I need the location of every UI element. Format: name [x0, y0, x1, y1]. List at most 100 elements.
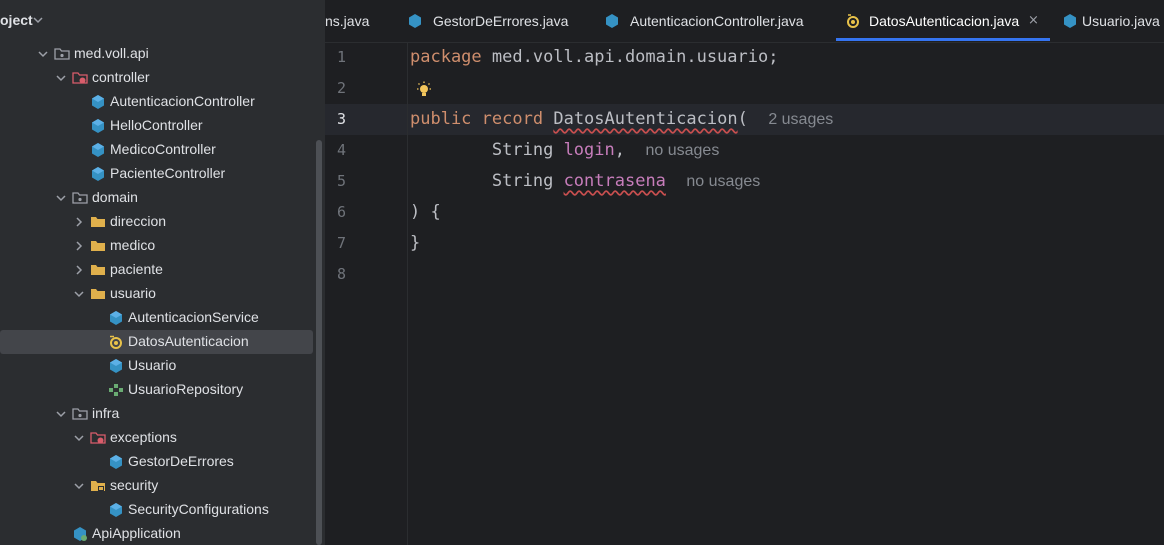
close-icon[interactable]: × — [1028, 13, 1039, 28]
package-folder-icon — [72, 408, 88, 420]
tree-item-exceptions[interactable]: exceptions — [0, 426, 325, 450]
tree-item-label: Usuario — [128, 357, 177, 373]
project-panel: oject med.voll.api controller Autenticacio… — [0, 0, 325, 545]
open-paren: ( — [737, 109, 748, 129]
code-line-4: String login, no usages — [410, 135, 719, 166]
tree-item-label: ApiApplication — [92, 525, 181, 541]
tree-item-direccion[interactable]: direccion — [0, 210, 325, 234]
tab-ns-java[interactable]: ns.java — [325, 0, 395, 42]
tree-item-medico[interactable]: medico — [0, 234, 325, 258]
tree-item-label: UsuarioRepository — [128, 381, 244, 397]
chevron-right-icon[interactable] — [74, 265, 84, 275]
folder-icon — [91, 289, 105, 299]
class-icon — [92, 143, 104, 157]
tab-usuario[interactable]: Usuario.java — [1062, 0, 1162, 42]
class-icon — [110, 503, 122, 517]
tree-item-label: SecurityConfigurations — [128, 501, 269, 517]
usages-hint[interactable]: no usages — [645, 142, 719, 159]
tree-item-label: AutenticacionService — [128, 309, 259, 325]
keyword-record: record — [481, 109, 544, 129]
tree-item-medicocontroller[interactable]: MedicoController — [0, 138, 325, 162]
chevron-down-icon[interactable] — [33, 15, 43, 25]
tree-item-domain[interactable]: domain — [0, 186, 325, 210]
tree-item-gestordeerrores[interactable]: GestorDeErrores — [0, 450, 325, 474]
record-icon — [847, 14, 859, 28]
chevron-down-icon[interactable] — [74, 433, 84, 443]
tree-item-infra[interactable]: infra — [0, 402, 325, 426]
editor-tab-bar: ns.java GestorDeErrores.java Autenticaci… — [325, 0, 1164, 43]
tab-gestor-de-errores[interactable]: GestorDeErrores.java — [407, 0, 577, 42]
tree-item-usuario[interactable]: usuario — [0, 282, 325, 306]
chevron-right-icon[interactable] — [74, 217, 84, 227]
project-panel-title[interactable]: oject — [0, 12, 33, 28]
tree-item-usuario[interactable]: Usuario — [0, 354, 325, 378]
class-icon — [92, 119, 104, 133]
tree-item-paciente[interactable]: paciente — [0, 258, 325, 282]
tree-item-label: med.voll.api — [74, 45, 149, 61]
package-name: med.voll.api.domain.usuario; — [481, 47, 779, 67]
code-line-5: String contrasena no usages — [410, 166, 760, 197]
tree-item-apiapplication[interactable]: ApiApplication — [0, 522, 325, 545]
line-number: 6 — [336, 203, 346, 221]
controller-folder-icon — [72, 72, 88, 84]
tree-item-label: PacienteController — [110, 165, 226, 181]
tree-item-med-voll-api[interactable]: med.voll.api — [0, 42, 325, 66]
package-folder-icon — [72, 192, 88, 204]
tree-item-controller[interactable]: controller — [0, 66, 325, 90]
tab-label: AutenticacionController.java — [630, 13, 804, 29]
line-number: 2 — [336, 79, 346, 97]
tab-label: GestorDeErrores.java — [433, 13, 569, 29]
class-icon — [110, 455, 122, 469]
active-tab-indicator — [836, 38, 1050, 41]
line-number: 3 — [336, 110, 346, 128]
chevron-down-icon[interactable] — [74, 481, 84, 491]
tree-item-autenticacionservice[interactable]: AutenticacionService — [0, 306, 325, 330]
tree-item-label: AutenticacionController — [110, 93, 255, 109]
keyword-package: package — [410, 47, 482, 67]
security-folder-icon — [91, 481, 105, 491]
keyword-public: public — [410, 109, 472, 129]
tree-item-usuariorepository[interactable]: UsuarioRepository — [0, 378, 325, 402]
tree-item-label: infra — [92, 405, 120, 421]
class-icon — [92, 167, 104, 181]
chevron-down-icon[interactable] — [56, 193, 66, 203]
line-number: 1 — [336, 48, 346, 66]
chevron-down-icon[interactable] — [56, 409, 66, 419]
tree-item-autenticacioncontroller[interactable]: AutenticacionController — [0, 90, 325, 114]
type-string: String — [491, 140, 554, 160]
tree-item-label: medico — [110, 237, 156, 253]
line-number: 4 — [336, 141, 346, 159]
lightbulb-icon[interactable] — [415, 81, 433, 99]
tree-item-securityconfigurations[interactable]: SecurityConfigurations — [0, 498, 325, 522]
tab-datos-autenticacion[interactable]: DatosAutenticacion.java — [845, 0, 1045, 42]
usages-hint[interactable]: 2 usages — [768, 111, 833, 128]
project-panel-scrollbar[interactable] — [316, 140, 322, 545]
line-number: 8 — [336, 265, 346, 283]
chevron-down-icon[interactable] — [74, 289, 84, 299]
tree-item-datosautenticacion[interactable]: DatosAutenticacion — [0, 330, 313, 354]
tree-item-pacientecontroller[interactable]: PacienteController — [0, 162, 325, 186]
tree-item-label: usuario — [110, 285, 156, 301]
folder-icon — [91, 265, 105, 275]
type-string: String — [491, 171, 554, 191]
tree-item-label: GestorDeErrores — [128, 453, 234, 469]
usages-hint[interactable]: no usages — [686, 173, 760, 190]
comma: , — [614, 140, 625, 160]
package-folder-icon — [54, 48, 70, 60]
chevron-down-icon[interactable] — [38, 49, 48, 59]
editor-area: ns.java GestorDeErrores.java Autenticaci… — [325, 0, 1164, 545]
code-line-1: package med.voll.api.domain.usuario; — [410, 42, 778, 73]
tab-autenticacion-controller[interactable]: AutenticacionController.java — [604, 0, 824, 42]
line-number: 7 — [336, 234, 346, 252]
line-number-gutter[interactable]: 1 2 3 4 5 6 7 8 — [325, 42, 408, 545]
chevron-right-icon[interactable] — [74, 241, 84, 251]
exceptions-folder-icon — [90, 432, 106, 444]
code-line-3: public record DatosAutenticacion( 2 usag… — [410, 104, 833, 135]
class-icon — [92, 95, 104, 109]
chevron-down-icon[interactable] — [56, 73, 66, 83]
tree-item-hellocontroller[interactable]: HelloController — [0, 114, 325, 138]
tree-item-label: paciente — [110, 261, 163, 277]
interface-icon — [109, 384, 123, 396]
tree-item-security[interactable]: security — [0, 474, 325, 498]
class-icon — [606, 14, 618, 28]
